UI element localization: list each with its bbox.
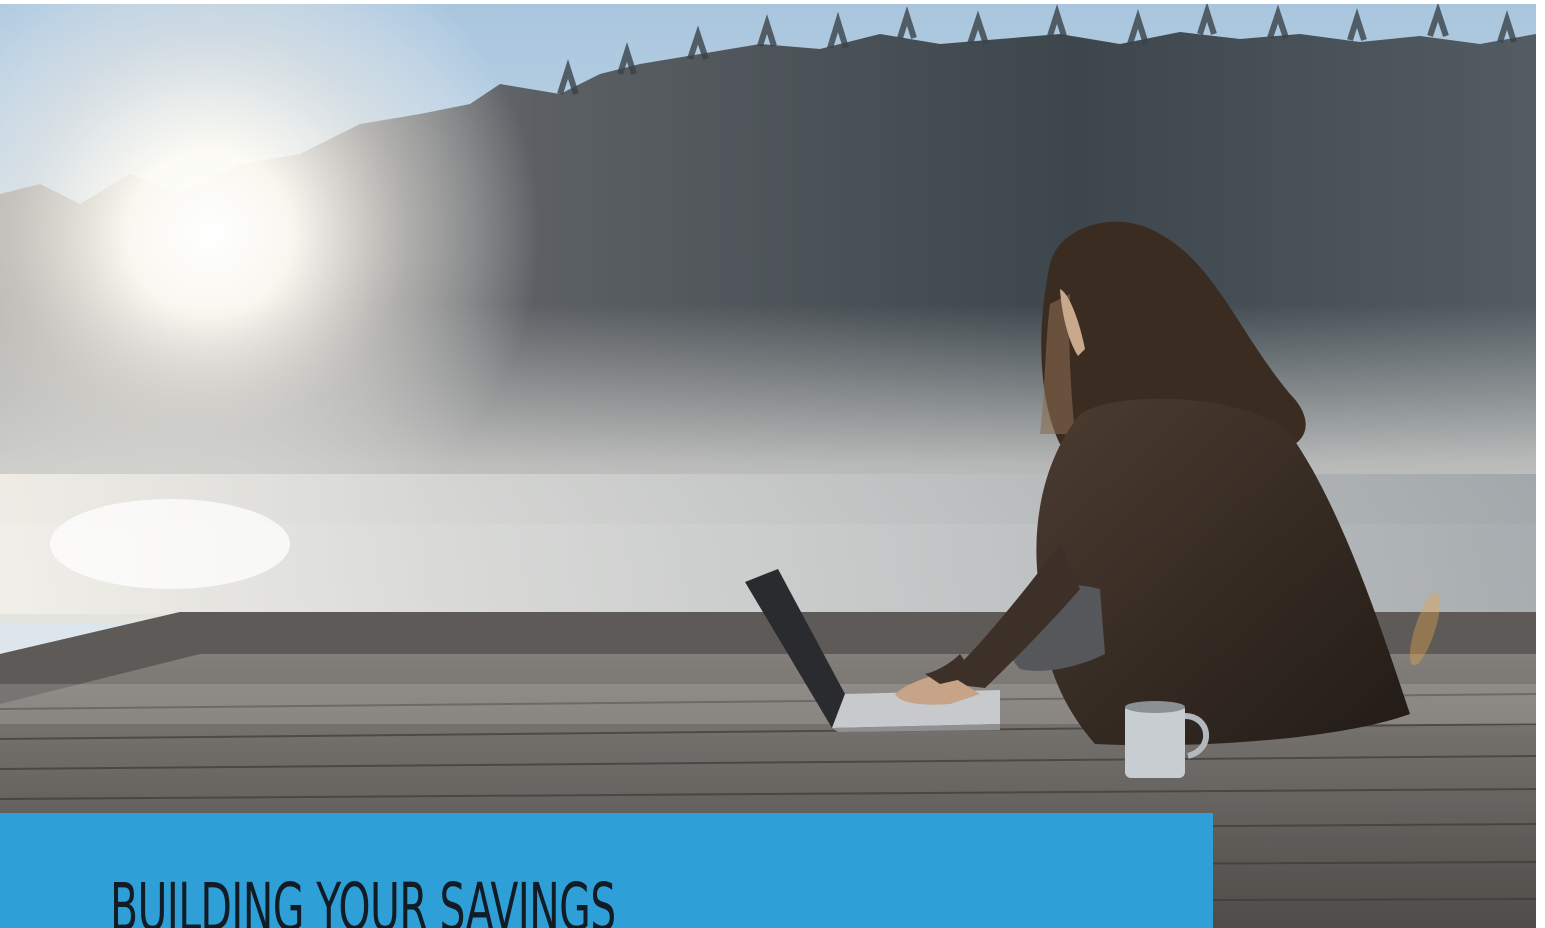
hero-photo-illustration [0, 4, 1536, 928]
page: BUILDING YOUR SAVINGS [0, 0, 1545, 928]
title-banner: BUILDING YOUR SAVINGS [0, 813, 1213, 928]
hero-image [0, 4, 1536, 928]
sun-reflection-shape [50, 499, 290, 589]
page-title: BUILDING YOUR SAVINGS [110, 869, 616, 928]
